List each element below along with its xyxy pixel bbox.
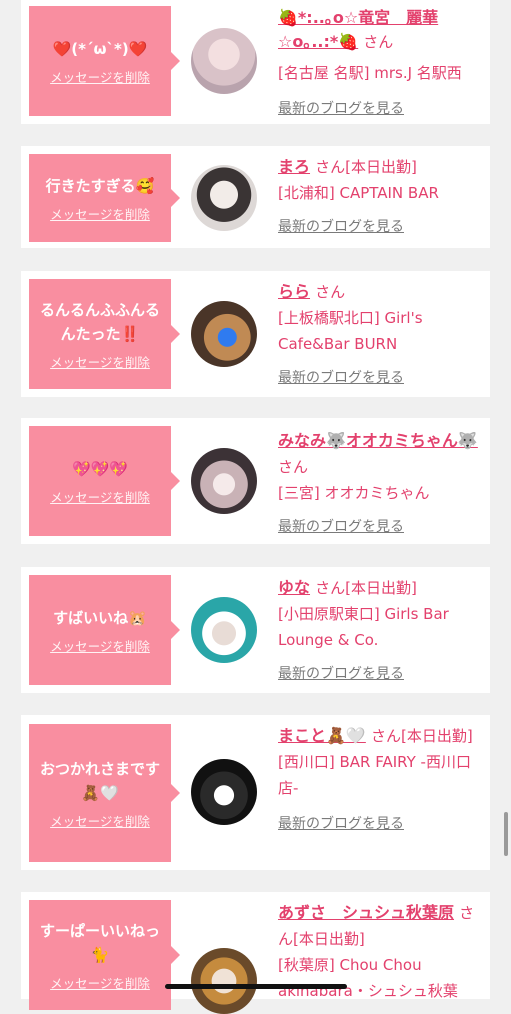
status-label: [本日出勤] xyxy=(400,727,473,745)
status-label: [本日出勤] xyxy=(345,158,417,176)
avatar[interactable] xyxy=(191,28,257,94)
delete-message-link[interactable]: メッセージを削除 xyxy=(50,636,150,655)
shop-info[interactable]: [北浦和] CAPTAIN BAR xyxy=(278,180,486,206)
cast-name-link[interactable]: まろ xyxy=(278,157,310,176)
message-text: 行きたすぎる🥰 xyxy=(45,176,155,195)
message-bubble: ❤️(*´ω`*)❤️ メッセージを削除 xyxy=(29,6,180,116)
honorific: さん xyxy=(363,33,394,51)
message-card: おつかれさまです🧸🤍 メッセージを削除 まこと🧸🤍 さん[本日出勤] [西川口]… xyxy=(21,715,490,870)
message-text: すばいいね🐹 xyxy=(53,608,147,627)
latest-blog-link[interactable]: 最新のブログを見る xyxy=(278,216,486,236)
avatar[interactable] xyxy=(191,948,257,1014)
message-text: 💖💖💖 xyxy=(71,459,129,478)
latest-blog-link[interactable]: 最新のブログを見る xyxy=(278,367,486,387)
message-text: すーぱーいいねっ🐈 xyxy=(39,921,160,964)
cast-name-link[interactable]: まこと🧸🤍 xyxy=(278,726,366,745)
message-bubble: すーぱーいいねっ🐈 メッセージを削除 xyxy=(29,900,180,1010)
message-bubble: るんるんふふんるんたった‼️ メッセージを削除 xyxy=(29,279,180,389)
message-card: ❤️(*´ω`*)❤️ メッセージを削除 🍓*:..｡o☆竜宮 麗華☆o｡..:… xyxy=(21,0,490,124)
avatar[interactable] xyxy=(191,597,257,663)
cast-name-link[interactable]: 🍓*:..｡o☆竜宮 麗華☆o｡..:*🍓 xyxy=(278,8,438,51)
honorific: さん xyxy=(370,727,401,745)
avatar[interactable] xyxy=(191,165,257,231)
message-card: すばいいね🐹 メッセージを削除 ゆな さん[本日出勤] [小田原駅東口] Gir… xyxy=(21,567,490,693)
honorific: さん xyxy=(315,158,346,176)
message-card: 行きたすぎる🥰 メッセージを削除 まろ さん[本日出勤] [北浦和] CAPTA… xyxy=(21,146,490,248)
cast-name-link[interactable]: あずさ シュシュ秋葉原 xyxy=(278,903,454,922)
message-text: ❤️(*´ω`*)❤️ xyxy=(52,39,148,58)
avatar[interactable] xyxy=(191,301,257,367)
honorific: さん xyxy=(315,283,346,301)
delete-message-link[interactable]: メッセージを削除 xyxy=(50,67,150,86)
message-bubble: 行きたすぎる🥰 メッセージを削除 xyxy=(29,154,180,242)
status-label: [本日出勤] xyxy=(345,579,417,597)
scrollbar[interactable] xyxy=(504,812,508,856)
message-text: おつかれさまです🧸🤍 xyxy=(39,759,160,802)
honorific: さん xyxy=(315,579,346,597)
message-bubble: 💖💖💖 メッセージを削除 xyxy=(29,426,180,536)
shop-info[interactable]: [三宮] オオカミちゃん xyxy=(278,480,486,506)
cast-name-link[interactable]: ゆな xyxy=(278,578,310,597)
home-indicator[interactable] xyxy=(165,984,347,989)
shop-info[interactable]: [秋葉原] Chou Chou akihabara・シュシュ秋葉 xyxy=(278,952,486,1004)
latest-blog-link[interactable]: 最新のブログを見る xyxy=(278,813,486,833)
shop-info[interactable]: [西川口] BAR FAIRY -西川口店- xyxy=(278,749,486,801)
shop-info[interactable]: [名古屋 名駅] mrs.J 名駅西 xyxy=(278,60,486,86)
shop-info[interactable]: [上板橋駅北口] Girl's Cafe&Bar BURN xyxy=(278,305,486,357)
message-text: るんるんふふんるんたった‼️ xyxy=(39,300,160,343)
honorific: さん xyxy=(278,458,309,476)
status-label: [本日出勤] xyxy=(293,930,365,948)
message-bubble: おつかれさまです🧸🤍 メッセージを削除 xyxy=(29,724,180,862)
cast-name-link[interactable]: みなみ🐺オオカミちゃん🐺 xyxy=(278,431,478,450)
message-card: るんるんふふんるんたった‼️ メッセージを削除 らら さん [上板橋駅北口] G… xyxy=(21,271,490,397)
latest-blog-link[interactable]: 最新のブログを見る xyxy=(278,663,486,683)
message-bubble: すばいいね🐹 メッセージを削除 xyxy=(29,575,180,685)
message-card: 💖💖💖 メッセージを削除 みなみ🐺オオカミちゃん🐺 さん [三宮] オオカミちゃ… xyxy=(21,418,490,544)
avatar[interactable] xyxy=(191,759,257,825)
latest-blog-link[interactable]: 最新のブログを見る xyxy=(278,98,486,118)
shop-info[interactable]: [小田原駅東口] Girls Bar Lounge & Co. xyxy=(278,601,486,653)
message-card: すーぱーいいねっ🐈 メッセージを削除 あずさ シュシュ秋葉原 さん[本日出勤] … xyxy=(21,892,490,1014)
delete-message-link[interactable]: メッセージを削除 xyxy=(50,352,150,371)
delete-message-link[interactable]: メッセージを削除 xyxy=(50,487,150,506)
delete-message-link[interactable]: メッセージを削除 xyxy=(50,811,150,830)
delete-message-link[interactable]: メッセージを削除 xyxy=(50,204,150,223)
avatar[interactable] xyxy=(191,448,257,514)
latest-blog-link[interactable]: 最新のブログを見る xyxy=(278,516,486,536)
cast-name-link[interactable]: らら xyxy=(278,282,310,301)
delete-message-link[interactable]: メッセージを削除 xyxy=(50,973,150,992)
